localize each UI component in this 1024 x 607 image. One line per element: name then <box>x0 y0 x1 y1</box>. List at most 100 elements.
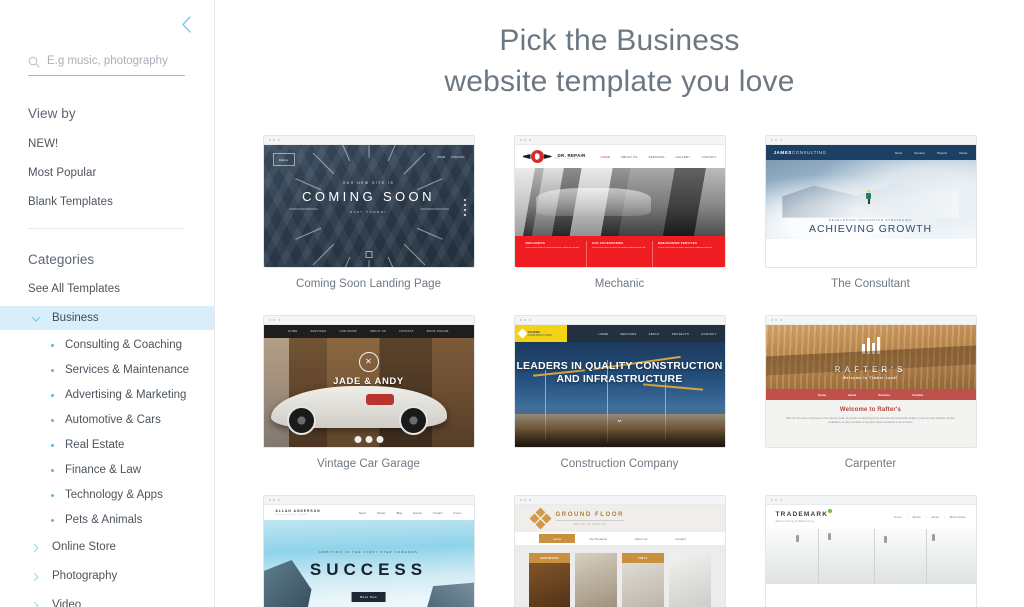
site-nav: HOME TRACKING <box>437 156 464 159</box>
bullet-icon <box>51 493 54 497</box>
sidebar-group-business[interactable]: Business <box>0 306 214 330</box>
nav-item: HOME <box>600 154 611 159</box>
sidebar-group-online-store[interactable]: Online Store <box>0 535 214 559</box>
site-brand-name: GROUND FLOOR <box>555 511 625 518</box>
template-thumbnail[interactable]: HOME SERVICES OUR WORK ABOUT US CONTACT … <box>262 315 475 448</box>
hero-image: DEVELOPING INNOVATIVE STRATEGIES ACHIEVI… <box>765 160 976 239</box>
site-logo: SPHERE CONSTRUCTIONS <box>514 325 567 342</box>
bullet-icon <box>51 343 54 347</box>
sidebar-subitem-finance-law[interactable]: Finance & Law <box>0 459 214 481</box>
site-brand-name: ALLAN ANDERSON <box>275 509 321 513</box>
sidebar-subitem-label: Advertising & Marketing <box>65 389 187 401</box>
template-preview: GROUND FLOOR The Art of Flooring Home Ou… <box>514 505 725 607</box>
nav-item: Events <box>413 510 422 515</box>
bullet-icon <box>51 518 54 522</box>
hero-image: LEADERS IN QUALITY CONSTRUCTION AND INFR… <box>514 342 725 447</box>
sidebar-group-photography[interactable]: Photography <box>0 564 214 588</box>
bullet-icon <box>51 443 54 447</box>
sidebar-subitem-real-estate[interactable]: Real Estate <box>0 434 214 456</box>
sidebar-subitem-pets-animals[interactable]: Pets & Animals <box>0 509 214 531</box>
sidebar-subitem-automotive-cars[interactable]: Automotive & Cars <box>0 409 214 431</box>
green-dot-icon <box>828 509 833 513</box>
bullet-icon <box>51 393 54 397</box>
nav-item: CONTACT <box>399 330 414 333</box>
template-card[interactable]: JAMESCONSULTING About Services Projects … <box>764 135 977 290</box>
template-card[interactable]: HOME SERVICES OUR WORK ABOUT US CONTACT … <box>262 315 475 470</box>
cliff-right <box>419 582 474 607</box>
template-thumbnail[interactable]: SPHERE CONSTRUCTIONS HOME SERVICES ABOUT… <box>513 315 726 448</box>
template-thumbnail[interactable]: Dayline HOME TRACKING OUR NEW SITE IS CO… <box>262 135 475 268</box>
nav-item: CONTACT <box>701 154 717 159</box>
browser-chrome-bar <box>514 316 725 325</box>
nav-item: Contact <box>912 392 924 397</box>
nav-item: Contact <box>675 536 686 541</box>
crossed-tools-icon <box>358 352 379 372</box>
template-thumbnail[interactable]: TRADEMARK Advertising & Marketing Home |… <box>764 495 977 607</box>
template-thumbnail[interactable]: DR. REPAIR AUTO CENTER HOME ABOUT US SER… <box>513 135 726 268</box>
nav-item: HOME <box>288 330 298 333</box>
nav-item: OUR WORK <box>339 330 357 333</box>
nav-item: Clients <box>958 150 968 155</box>
sidebar-item-see-all-templates[interactable]: See All Templates <box>28 283 120 295</box>
nav-item: About Us <box>635 536 648 541</box>
product-card-label: VINYL <box>622 553 664 563</box>
sidebar-item-most-popular[interactable]: Most Popular <box>28 167 96 179</box>
page-title: Pick the Business website template you l… <box>215 20 1024 102</box>
site-brand: ALLAN ANDERSON Personal Life Coach <box>276 509 321 516</box>
view-by-heading: View by <box>28 106 76 121</box>
sidebar-subitem-advertising-marketing[interactable]: Advertising & Marketing <box>0 384 214 406</box>
site-logo: Dayline <box>272 153 295 166</box>
template-preview: JAMESCONSULTING About Services Projects … <box>765 145 976 267</box>
site-subline: STAY TUNED! <box>350 210 387 214</box>
sidebar-subitem-consulting-coaching[interactable]: Consulting & Coaching <box>0 334 214 356</box>
nav-item: ABOUT <box>648 331 660 336</box>
product-card: VINYL <box>622 553 664 607</box>
carousel-dots[interactable] <box>354 436 383 443</box>
sidebar-item-new[interactable]: NEW! <box>28 138 58 150</box>
site-brand-sub: Personal Life Coach <box>275 514 308 516</box>
chevron-down-icon: ⌄ <box>615 414 624 424</box>
book-now-button[interactable]: Book Now <box>351 592 386 602</box>
search-input[interactable] <box>47 54 182 68</box>
sidebar-divider <box>28 228 185 229</box>
feature-text: Lorem ipsum dolor sit amet consectetur a… <box>525 247 580 249</box>
search-field[interactable] <box>28 54 185 76</box>
template-card[interactable]: ALLAN ANDERSON Personal Life Coach About… <box>262 495 475 607</box>
site-headline: SUCCESS <box>309 560 428 579</box>
site-brand-sub: The Art of Flooring <box>555 519 625 526</box>
template-thumbnail[interactable]: JAMESCONSULTING About Services Projects … <box>764 135 977 268</box>
chevron-left-icon[interactable] <box>176 14 196 34</box>
nav-item: CONTACT <box>701 331 717 336</box>
site-brand: JAMESCONSULTING <box>774 150 827 155</box>
site-logo-icon <box>530 150 544 163</box>
sidebar-item-blank-templates[interactable]: Blank Templates <box>28 196 113 208</box>
site-brand-sub: Welcome to Timber Land! <box>843 376 898 380</box>
template-card[interactable]: SPHERE CONSTRUCTIONS HOME SERVICES ABOUT… <box>513 315 726 470</box>
nav-item: Services <box>878 392 891 397</box>
template-card[interactable]: DR. REPAIR AUTO CENTER HOME ABOUT US SER… <box>513 135 726 290</box>
template-thumbnail[interactable]: GROUND FLOOR The Art of Flooring Home Ou… <box>513 495 726 607</box>
nav-item: PROJECTS <box>671 331 690 336</box>
sidebar-subitem-services-maintenance[interactable]: Services & Maintenance <box>0 359 214 381</box>
feature-text: Lorem ipsum dolor sit amet consectetur a… <box>658 247 713 249</box>
sidebar-subitem-technology-apps[interactable]: Technology & Apps <box>0 484 214 506</box>
template-card[interactable]: GROUND FLOOR The Art of Flooring Home Ou… <box>513 495 726 607</box>
template-thumbnail[interactable]: ALLAN ANDERSON Personal Life Coach About… <box>262 495 475 607</box>
nav-item: Forum <box>453 510 462 515</box>
template-thumbnail[interactable]: RAFTER'S Welcome to Timber Land! Home Ab… <box>764 315 977 448</box>
site-nav: About Stories Blog Events Contact Forum <box>359 511 462 515</box>
nav-item: Services <box>914 150 925 155</box>
site-brand-bold: JAMES <box>773 150 792 155</box>
chevron-right-icon <box>30 570 42 582</box>
feature-column: MECHANICS Lorem ipsum dolor sit amet con… <box>521 241 586 267</box>
sidebar-group-video[interactable]: Video <box>0 593 214 607</box>
hero-image: RAFTER'S Welcome to Timber Land! <box>765 325 976 389</box>
site-eyebrow: OUR NEW SITE IS <box>342 181 395 185</box>
template-card[interactable]: TRADEMARK Advertising & Marketing Home |… <box>764 495 977 607</box>
template-card[interactable]: Dayline HOME TRACKING OUR NEW SITE IS CO… <box>262 135 475 290</box>
nav-item: ABOUT US <box>369 330 387 333</box>
rafters-logo-icon <box>861 337 880 354</box>
nav-item: Book Online <box>949 515 966 519</box>
template-card[interactable]: RAFTER'S Welcome to Timber Land! Home Ab… <box>764 315 977 470</box>
product-card-label: HARDWOOD <box>528 553 571 563</box>
